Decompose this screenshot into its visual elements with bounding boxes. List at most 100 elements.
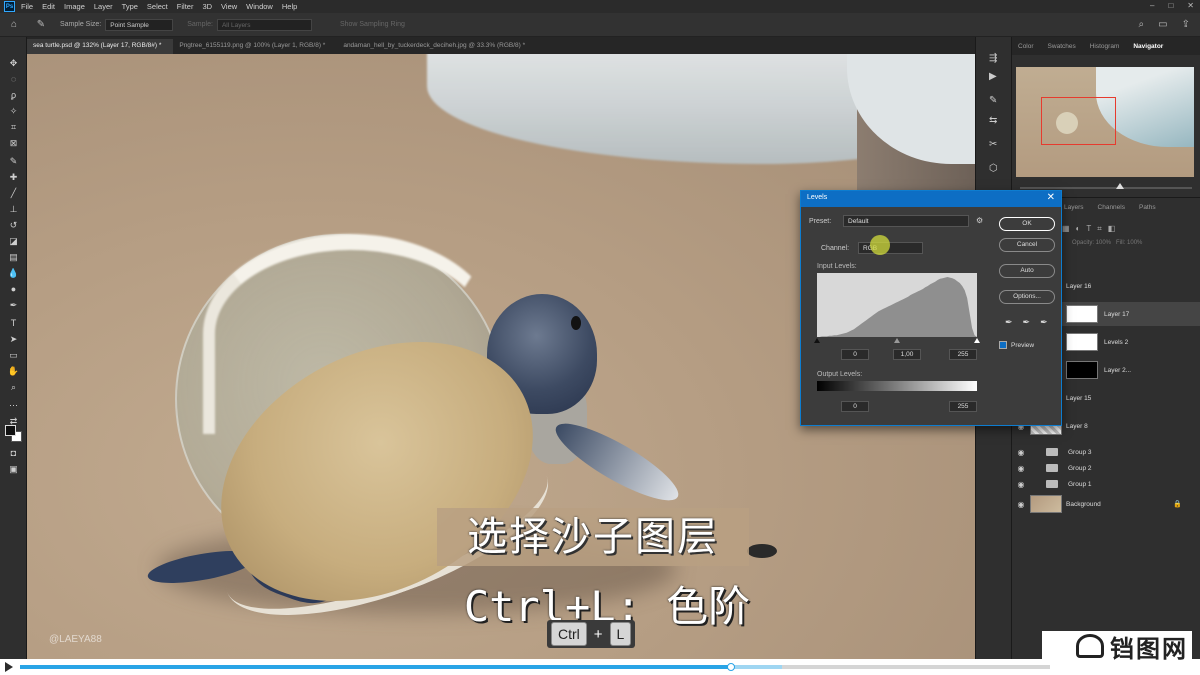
layer-mask-thumbnail[interactable]: [1066, 333, 1098, 351]
menu-layer[interactable]: Layer: [94, 2, 113, 11]
workspace-icon[interactable]: ▭: [1158, 19, 1167, 30]
options-button[interactable]: Options...: [999, 290, 1055, 304]
type-tool-icon[interactable]: T: [5, 317, 22, 329]
preset-select[interactable]: Default: [843, 215, 969, 227]
preview-checkbox-row[interactable]: Preview: [999, 341, 1034, 349]
menu-view[interactable]: View: [221, 2, 237, 11]
preview-checkbox[interactable]: [999, 341, 1007, 349]
white-point-handle[interactable]: [974, 338, 980, 343]
black-point-handle[interactable]: [814, 338, 820, 343]
menu-file[interactable]: File: [21, 2, 33, 11]
tab-color[interactable]: Color: [1018, 43, 1034, 50]
tab-andaman[interactable]: andaman_hell_by_tuckerdeck_deciheh.jpg @…: [337, 39, 537, 54]
channel-select[interactable]: RGB: [858, 242, 923, 254]
eyedropper-tool-icon[interactable]: ✎: [5, 155, 22, 167]
tab-paths[interactable]: Paths: [1139, 204, 1156, 211]
eyedropper-tool-preset-icon[interactable]: ✎: [28, 19, 54, 30]
lasso-tool-icon[interactable]: ϼ: [5, 89, 22, 101]
screen-mode-icon[interactable]: ▣: [5, 463, 22, 475]
navigator-zoom-slider[interactable]: [1020, 187, 1192, 189]
gray-eyedropper-icon[interactable]: ✒: [1023, 317, 1031, 328]
tab-layers[interactable]: Layers: [1064, 204, 1084, 211]
hand-tool-icon[interactable]: ✋: [5, 365, 22, 377]
close-window-icon[interactable]: ✕: [1187, 1, 1194, 10]
path-select-tool-icon[interactable]: ➤: [5, 333, 22, 345]
crop-tool-icon[interactable]: ⌗: [5, 121, 22, 133]
actions-play-icon[interactable]: ▶: [989, 71, 997, 82]
auto-button[interactable]: Auto: [999, 264, 1055, 278]
pen-tool-icon[interactable]: ✒: [5, 299, 22, 311]
menu-filter[interactable]: Filter: [177, 2, 194, 11]
video-progress-knob[interactable]: [726, 663, 735, 671]
navigator-thumbnail[interactable]: [1016, 67, 1194, 177]
sample-select[interactable]: All Layers: [216, 18, 312, 31]
3d-panel-icon[interactable]: ⬡: [989, 163, 998, 174]
layer-visibility-eye-icon[interactable]: ◉: [1012, 480, 1030, 489]
brush-settings-icon[interactable]: ✎: [989, 95, 997, 106]
blur-tool-icon[interactable]: 💧: [5, 267, 22, 279]
home-icon[interactable]: ⌂: [0, 19, 28, 30]
cancel-button[interactable]: Cancel: [999, 238, 1055, 252]
search-icon[interactable]: ⌕: [1139, 19, 1145, 30]
menu-select[interactable]: Select: [147, 2, 168, 11]
menu-edit[interactable]: Edit: [42, 2, 55, 11]
close-icon[interactable]: ✕: [1047, 192, 1055, 203]
menu-window[interactable]: Window: [246, 2, 273, 11]
quick-mask-icon[interactable]: ◘: [5, 447, 22, 459]
tab-histogram[interactable]: Histogram: [1090, 43, 1120, 50]
tab-navigator[interactable]: Navigator: [1133, 43, 1163, 50]
input-black-field[interactable]: 0: [841, 349, 869, 360]
gradient-tool-icon[interactable]: ▤: [5, 251, 22, 263]
navigator-view-rectangle[interactable]: [1041, 97, 1116, 145]
white-eyedropper-icon[interactable]: ✒: [1040, 317, 1048, 328]
tab-sea-turtle[interactable]: sea turtle.psd @ 132% (Layer 17, RGB/8#)…: [27, 39, 174, 54]
layer-mask-thumbnail[interactable]: [1066, 361, 1098, 379]
tab-swatches[interactable]: Swatches: [1048, 43, 1076, 50]
menu-image[interactable]: Image: [64, 2, 85, 11]
navigator-zoom-knob[interactable]: [1115, 183, 1124, 189]
dodge-tool-icon[interactable]: ●: [5, 283, 22, 295]
adjustments-icon[interactable]: ⇆: [989, 115, 997, 126]
show-sampling-ring-checkbox[interactable]: Show Sampling Ring: [340, 21, 405, 28]
history-icon[interactable]: ⇶: [989, 53, 997, 64]
photoshop-logo[interactable]: Ps: [4, 1, 15, 12]
zoom-tool-icon[interactable]: ⌕: [5, 381, 22, 393]
menu-3d[interactable]: 3D: [202, 2, 212, 11]
tab-channels[interactable]: Channels: [1098, 204, 1125, 211]
tool-presets-icon[interactable]: ✂: [989, 139, 997, 150]
black-eyedropper-icon[interactable]: ✒: [1005, 317, 1013, 328]
layer-visibility-eye-icon[interactable]: ◉: [1012, 500, 1030, 509]
more-tools-icon[interactable]: ⋯: [5, 399, 22, 411]
output-levels-gradient[interactable]: [817, 381, 977, 391]
quick-select-tool-icon[interactable]: ✧: [5, 105, 22, 117]
foreground-color-swatch[interactable]: [5, 425, 16, 436]
marquee-tool-icon[interactable]: ◌: [5, 73, 22, 85]
preset-options-gear-icon[interactable]: ⚙: [976, 216, 983, 225]
frame-tool-icon[interactable]: ⊠: [5, 137, 22, 149]
output-black-field[interactable]: 0: [841, 401, 869, 412]
eraser-tool-icon[interactable]: ◪: [5, 235, 22, 247]
input-gamma-field[interactable]: 1,00: [893, 349, 921, 360]
minimize-icon[interactable]: –: [1150, 1, 1154, 10]
output-white-field[interactable]: 255: [949, 401, 977, 412]
layer-filter-icons[interactable]: ▦◐T⌗◧: [1062, 224, 1121, 234]
layer-row[interactable]: ◉ Background 🔒: [1012, 492, 1200, 516]
input-levels-slider[interactable]: [814, 338, 980, 344]
layer-mask-thumbnail[interactable]: [1066, 305, 1098, 323]
shape-tool-icon[interactable]: ▭: [5, 349, 22, 361]
tab-pngtree[interactable]: Pngtree_6155119.png @ 100% (Layer 1, RGB…: [173, 39, 337, 54]
clone-stamp-tool-icon[interactable]: ⊥: [5, 203, 22, 215]
brush-tool-icon[interactable]: ╱: [5, 187, 22, 199]
layer-opacity-row[interactable]: Opacity: 100% Fill: 100%: [1072, 240, 1142, 246]
sample-size-select[interactable]: Point Sample: [105, 18, 174, 31]
menu-help[interactable]: Help: [282, 2, 297, 11]
ok-button[interactable]: OK: [999, 217, 1055, 231]
play-icon[interactable]: [5, 662, 13, 672]
share-icon[interactable]: ⇪: [1182, 19, 1190, 30]
maximize-icon[interactable]: □: [1168, 1, 1173, 10]
input-white-field[interactable]: 255: [949, 349, 977, 360]
gamma-handle[interactable]: [894, 338, 900, 343]
history-brush-tool-icon[interactable]: ↺: [5, 219, 22, 231]
video-progress-track[interactable]: [20, 663, 1050, 671]
healing-tool-icon[interactable]: ✚: [5, 171, 22, 183]
